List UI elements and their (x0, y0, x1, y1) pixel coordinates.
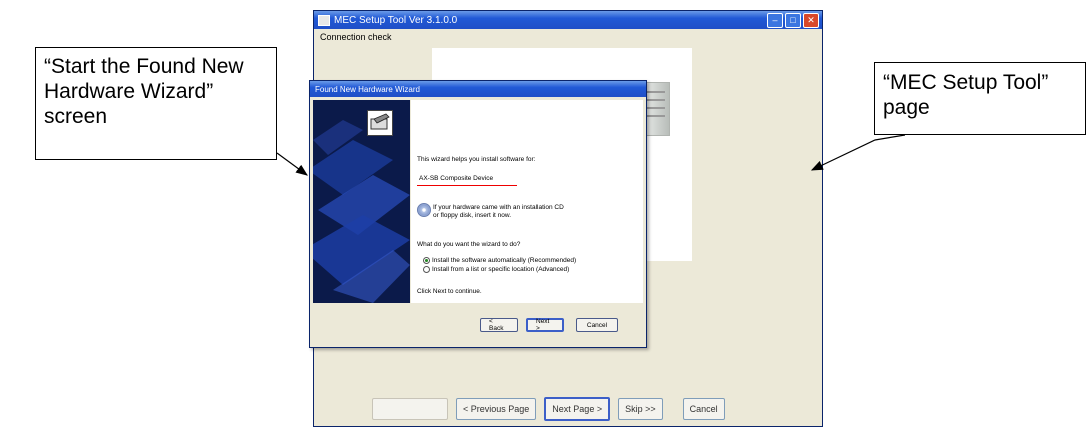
wizard-callout-arrow (276, 152, 308, 176)
wizard-screen-callout-text: “Start the Found New Hardware Wizard” sc… (44, 55, 244, 128)
radio-selected-icon (423, 257, 430, 264)
wizard-content: This wizard helps you install software f… (411, 100, 643, 303)
wizard-title-bar: Found New Hardware Wizard (310, 81, 646, 97)
close-icon[interactable]: ✕ (803, 12, 819, 28)
wizard-question: What do you want the wizard to do? (417, 241, 521, 248)
previous-page-button[interactable]: < Previous Page (456, 398, 537, 420)
mec-callout-arrow (810, 134, 906, 171)
minimize-icon[interactable]: – (767, 12, 783, 28)
mec-setup-tool-callout: “MEC Setup Tool” page (874, 62, 1086, 135)
wizard-back-button[interactable]: < Back (480, 318, 518, 332)
skip-button[interactable]: Skip >> (618, 398, 663, 420)
mec-window-title: MEC Setup Tool Ver 3.1.0.0 (334, 14, 458, 26)
mec-cancel-button[interactable]: Cancel (682, 398, 725, 420)
wizard-next-button[interactable]: Next > (526, 318, 564, 332)
device-name-underline (417, 185, 517, 186)
mec-page-header: Connection check (320, 32, 392, 42)
option-auto-label: Install the software automatically (Reco… (432, 257, 577, 265)
wizard-banner-graphic (313, 100, 410, 303)
wizard-title: Found New Hardware Wizard (315, 84, 420, 94)
cd-icon (417, 203, 431, 217)
mec-disabled-button[interactable] (372, 398, 448, 420)
wizard-side-banner (313, 100, 410, 303)
radio-unselected-icon (423, 266, 430, 273)
option-manual-label: Install from a list or specific location… (432, 266, 570, 274)
found-new-hardware-wizard: Found New Hardware Wizard This wizard he… (309, 80, 647, 348)
wizard-cancel-button[interactable]: Cancel (576, 318, 618, 332)
mec-title-bar: MEC Setup Tool Ver 3.1.0.0 – □ ✕ (314, 11, 822, 29)
maximize-icon[interactable]: □ (785, 12, 801, 28)
option-install-from-list[interactable]: Install from a list or specific location… (423, 266, 569, 273)
continue-text: Click Next to continue. (417, 288, 482, 295)
hardware-setup-icon (367, 110, 393, 136)
option-install-automatically[interactable]: Install the software automatically (Reco… (423, 257, 576, 264)
device-name: AX-SB Composite Device (419, 175, 494, 182)
cd-instruction-line-2: or floppy disk, insert it now. (433, 212, 512, 219)
next-page-button[interactable]: Next Page > (544, 397, 611, 421)
wizard-button-row: < Back Next > Cancel (480, 318, 618, 332)
mec-setup-tool-callout-text: “MEC Setup Tool” page (883, 71, 1049, 119)
wizard-intro-text: This wizard helps you install software f… (417, 156, 536, 163)
cd-instruction-line-1: If your hardware came with an installati… (433, 204, 564, 211)
wizard-screen-callout: “Start the Found New Hardware Wizard” sc… (35, 47, 277, 160)
mec-navigation-bar: < Previous Page Next Page > Skip >> Canc… (372, 396, 812, 422)
app-icon (318, 14, 330, 26)
